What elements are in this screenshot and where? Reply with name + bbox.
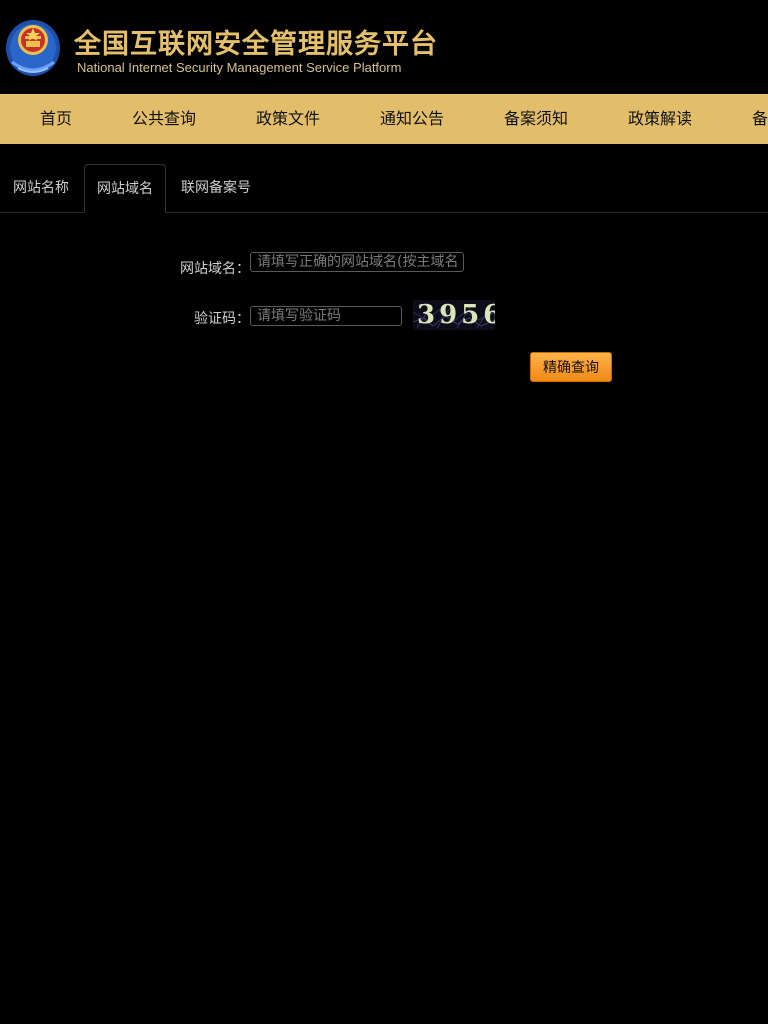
nav-item-policy-documents[interactable]: 政策文件 bbox=[256, 94, 320, 144]
tab-filing-number[interactable]: 联网备案号 bbox=[169, 164, 263, 211]
query-tabs: 网站名称 网站域名 联网备案号 bbox=[0, 164, 768, 213]
tab-site-domain[interactable]: 网站域名 bbox=[84, 164, 166, 213]
nav-item-home[interactable]: 首页 bbox=[40, 94, 72, 144]
tab-site-name[interactable]: 网站名称 bbox=[1, 164, 81, 211]
nav-item-public-query[interactable]: 公共查询 bbox=[132, 94, 196, 144]
captcha-label: 验证码： bbox=[194, 311, 250, 327]
site-title: 全国互联网安全管理服务平台 bbox=[74, 29, 438, 60]
main-nav: 首页 公共查询 政策文件 通知公告 备案须知 政策解读 备 bbox=[0, 94, 768, 144]
domain-input[interactable] bbox=[250, 252, 464, 272]
domain-label: 网站域名： bbox=[180, 261, 250, 277]
nav-item-truncated[interactable]: 备 bbox=[752, 94, 768, 144]
captcha-input[interactable] bbox=[250, 306, 402, 326]
nav-item-filing-guide[interactable]: 备案须知 bbox=[504, 94, 568, 144]
site-header: 全国互联网安全管理服务平台 National Internet Security… bbox=[0, 0, 768, 94]
captcha-text: 3956 bbox=[417, 300, 495, 330]
captcha-image[interactable]: 3956 bbox=[413, 300, 495, 330]
nav-item-policy-interpretation[interactable]: 政策解读 bbox=[628, 94, 692, 144]
nav-item-announcements[interactable]: 通知公告 bbox=[380, 94, 444, 144]
exact-query-button[interactable]: 精确查询 bbox=[530, 352, 612, 382]
police-emblem-icon bbox=[6, 20, 60, 76]
site-subtitle: National Internet Security Management Se… bbox=[77, 60, 402, 75]
